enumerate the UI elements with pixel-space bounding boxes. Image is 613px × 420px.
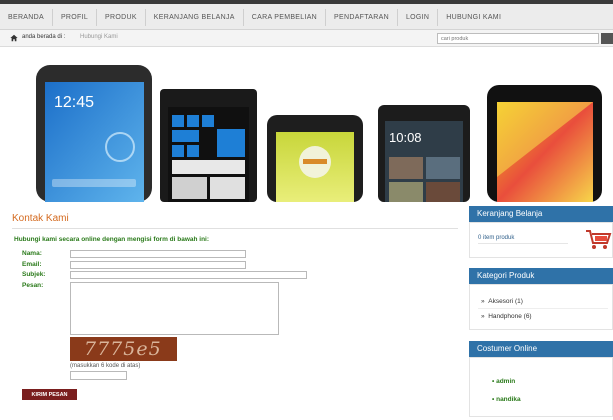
captcha-image: 7775e5 — [70, 337, 177, 361]
menu-item-beranda[interactable]: BERANDA — [0, 9, 53, 26]
phone-1-clock: 12:45 — [54, 94, 94, 111]
home-icon[interactable] — [10, 34, 18, 42]
online-widget — [469, 357, 613, 417]
category-label: Handphone (6) — [488, 313, 532, 320]
cart-item-count[interactable]: 0 item produk — [478, 235, 514, 241]
phone-4: 10:08 — [378, 105, 470, 202]
category-item-aksesori[interactable]: » Aksesori (1) — [481, 298, 523, 305]
menu-item-keranjang-belanja[interactable]: KERANJANG BELANJA — [146, 9, 244, 26]
send-message-button[interactable]: KIRIM PESAN — [22, 389, 77, 400]
message-label: Pesan: — [22, 282, 44, 289]
top-navigation: BERANDA PROFIL PRODUK KERANJANG BELANJA … — [0, 0, 613, 30]
phones-banner-image: 12:45 10:08 — [36, 65, 602, 202]
menu-item-profil[interactable]: PROFIL — [53, 9, 98, 26]
search-input[interactable] — [437, 33, 599, 44]
captcha-hint: (masukkan 6 kode di atas) — [70, 363, 141, 369]
categories-widget — [469, 284, 613, 330]
phone-5 — [487, 85, 602, 202]
menu-item-cara-pembelian[interactable]: CARA PEMBELIAN — [244, 9, 327, 26]
menu-item-pendaftaran[interactable]: PENDAFTARAN — [326, 9, 398, 26]
name-field[interactable] — [70, 250, 246, 258]
shopping-cart-icon[interactable] — [583, 228, 613, 250]
category-divider — [478, 308, 608, 309]
name-label: Nama: — [22, 250, 42, 257]
captcha-input[interactable] — [70, 371, 127, 380]
phone-2 — [160, 89, 257, 202]
email-field[interactable] — [70, 261, 246, 269]
online-user-name: nandika — [496, 396, 521, 403]
page-title: Kontak Kami — [12, 213, 69, 224]
menu-item-hubungi-kami[interactable]: HUBUNGI KAMI — [438, 9, 509, 26]
phone-3 — [267, 115, 363, 202]
category-label: Aksesori (1) — [488, 298, 523, 305]
subject-label: Subjek: — [22, 271, 46, 278]
phone-4-clock: 10:08 — [389, 130, 422, 145]
cart-widget-title: Keranjang Belanja — [469, 206, 613, 222]
subject-field[interactable] — [70, 271, 307, 279]
online-user-admin[interactable]: • admin — [492, 378, 515, 385]
category-item-handphone[interactable]: » Handphone (6) — [481, 313, 532, 320]
phone-1: 12:45 — [36, 65, 152, 202]
breadcrumb-prefix: anda berada di : — [22, 34, 66, 40]
online-user-nandika[interactable]: • nandika — [492, 396, 521, 403]
contact-intro-text: Hubungi kami secara online dengan mengis… — [14, 236, 210, 243]
cart-divider — [478, 243, 568, 244]
message-textarea[interactable] — [70, 282, 279, 335]
main-menu: BERANDA PROFIL PRODUK KERANJANG BELANJA … — [0, 9, 509, 26]
menu-item-produk[interactable]: PRODUK — [97, 9, 146, 26]
captcha-code: 7775e5 — [84, 338, 162, 360]
menu-item-login[interactable]: LOGIN — [398, 9, 439, 26]
search-button[interactable] — [601, 33, 613, 44]
title-divider — [12, 228, 458, 229]
email-label: Email: — [22, 261, 42, 268]
breadcrumb-bar: anda berada di : Hubungi Kami — [0, 30, 613, 47]
online-widget-title: Costumer Online — [469, 341, 613, 357]
breadcrumb-current-page[interactable]: Hubungi Kami — [80, 34, 118, 40]
product-banner: 12:45 10:08 — [0, 47, 613, 202]
top-accent-line — [0, 0, 613, 4]
categories-widget-title: Kategori Produk — [469, 268, 613, 284]
online-user-name: admin — [496, 378, 516, 385]
